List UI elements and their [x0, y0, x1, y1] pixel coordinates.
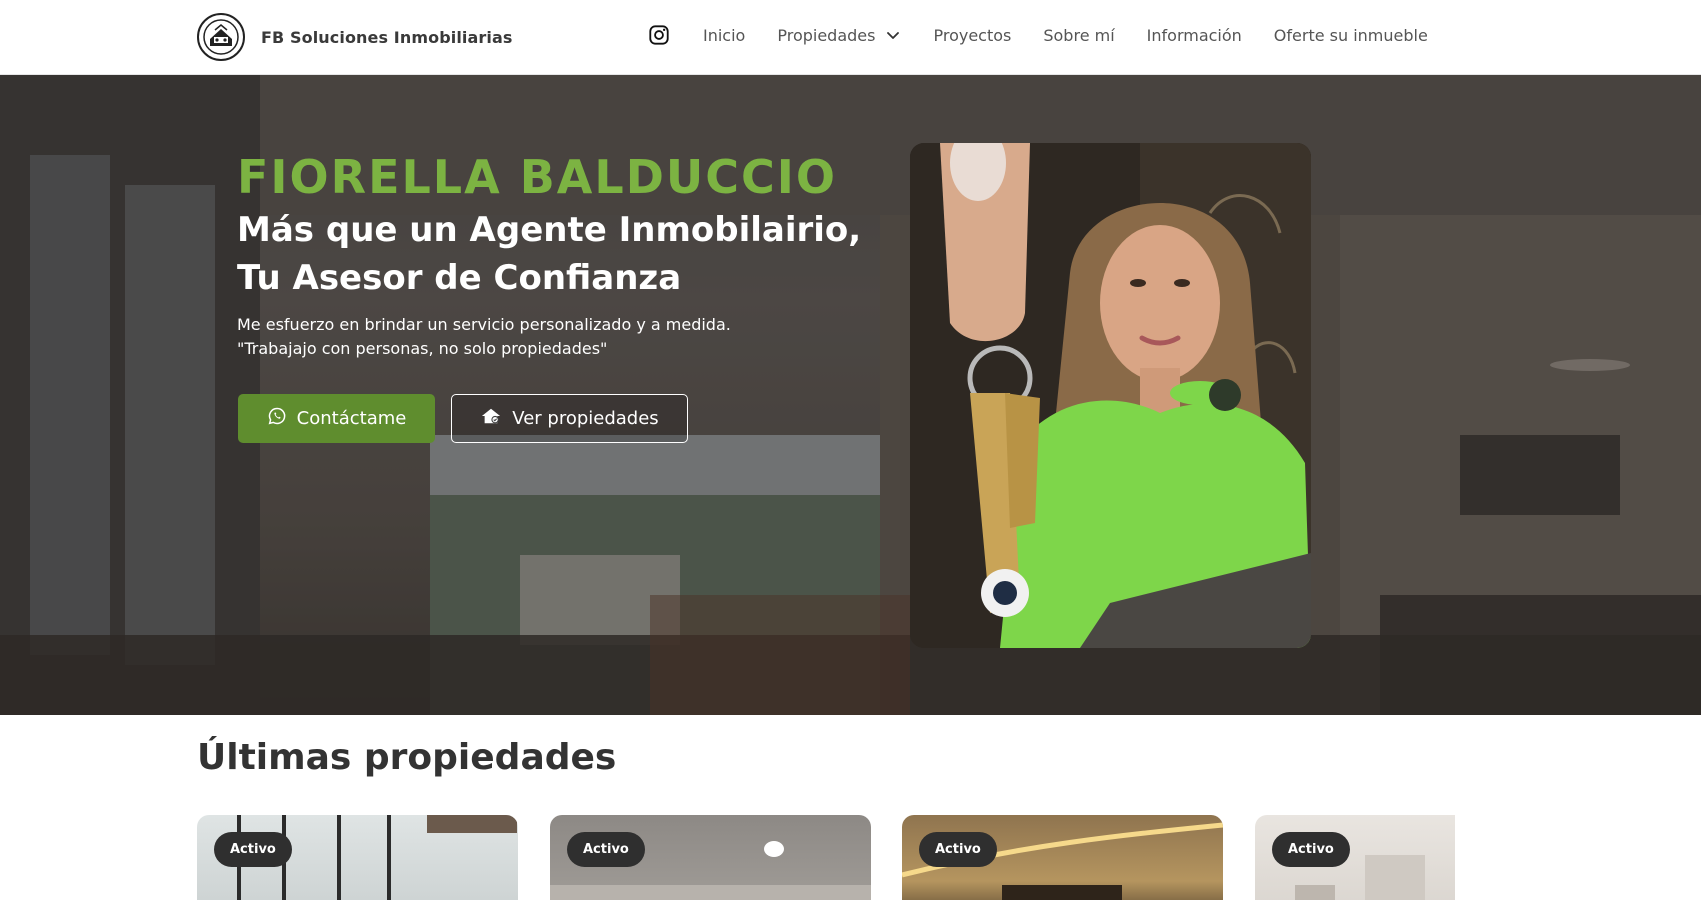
status-badge: Activo — [567, 832, 645, 867]
status-badge: Activo — [919, 832, 997, 867]
instagram-icon[interactable] — [646, 22, 672, 48]
nav-inicio-label: Inicio — [703, 25, 746, 45]
nav-sobre-mi-label: Sobre mí — [1043, 25, 1115, 45]
nav-informacion-label: Información — [1146, 25, 1242, 45]
property-cards: Activo Activo Activo Activo — [197, 815, 1455, 900]
view-properties-button-label: Ver propiedades — [512, 408, 659, 429]
contact-button-label: Contáctame — [296, 408, 407, 429]
brand-name: FB Soluciones Inmobiliarias — [261, 27, 513, 47]
brand-home-link[interactable]: FB Soluciones Inmobiliarias — [197, 12, 513, 62]
hero-description-line1: Me esfuerzo en brindar un servicio perso… — [237, 315, 731, 334]
nav-informacion[interactable]: Información — [1147, 26, 1242, 45]
house-seal-logo-icon — [197, 13, 245, 61]
hero-description-line2: "Trabajajo con personas, no solo propied… — [237, 339, 608, 358]
nav-inicio[interactable]: Inicio — [703, 26, 745, 45]
agent-name: FIORELLA BALDUCCIO — [237, 150, 837, 204]
main-nav: Inicio Propiedades Proyectos Sobre mí In… — [646, 0, 1428, 70]
status-badge: Activo — [214, 832, 292, 867]
hero-section: FIORELLA BALDUCCIO Más que un Agente Inm… — [0, 75, 1701, 715]
contact-button[interactable]: Contáctame — [238, 394, 435, 443]
house-icon — [480, 406, 502, 431]
property-card[interactable]: Activo — [550, 815, 871, 900]
status-badge: Activo — [1272, 832, 1350, 867]
nav-propiedades-label: Propiedades — [777, 25, 876, 45]
property-card[interactable]: Activo — [902, 815, 1223, 900]
hero-tagline-line2: Tu Asesor de Confianza — [237, 258, 682, 298]
whatsapp-icon — [267, 406, 287, 431]
nav-proyectos[interactable]: Proyectos — [933, 26, 1011, 45]
property-card[interactable]: Activo — [1255, 815, 1455, 900]
hero-tagline-line1: Más que un Agente Inmobilairio, — [237, 210, 862, 250]
top-navbar: FB Soluciones Inmobiliarias Inicio Propi… — [0, 0, 1701, 75]
nav-proyectos-label: Proyectos — [933, 25, 1012, 45]
nav-oferte-inmueble[interactable]: Oferte su inmueble — [1274, 26, 1428, 45]
chevron-down-icon — [885, 27, 901, 43]
view-properties-button[interactable]: Ver propiedades — [451, 394, 688, 443]
nav-oferte-inmueble-label: Oferte su inmueble — [1273, 25, 1428, 45]
agent-photo — [910, 143, 1311, 648]
nav-propiedades-dropdown[interactable]: Propiedades — [777, 26, 901, 45]
nav-sobre-mi[interactable]: Sobre mí — [1043, 26, 1114, 45]
latest-properties-title: Últimas propiedades — [197, 737, 617, 778]
property-card[interactable]: Activo — [197, 815, 518, 900]
